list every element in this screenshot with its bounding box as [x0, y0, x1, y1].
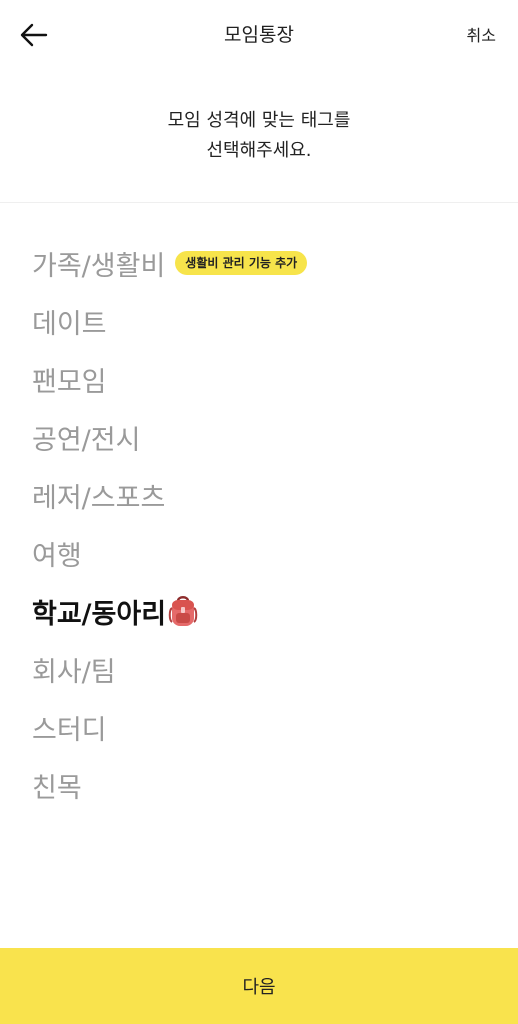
- next-button[interactable]: 다음: [0, 948, 518, 1024]
- instruction-line-1: 모임 성격에 맞는 태그를: [167, 110, 351, 131]
- tag-label: 친목: [32, 772, 82, 804]
- tag-item-company-team[interactable]: 회사/팀: [32, 640, 502, 698]
- tag-item-friendship[interactable]: 친목: [32, 756, 502, 814]
- tag-list: 가족/생활비 생활비 관리 기능 추가 데이트 팬모임 공연/전시 레저/스포츠…: [32, 234, 502, 814]
- tag-item-performance[interactable]: 공연/전시: [32, 408, 502, 466]
- cancel-button[interactable]: 취소: [467, 22, 496, 46]
- tag-item-date[interactable]: 데이트: [32, 292, 502, 350]
- tag-item-family[interactable]: 가족/생활비 생활비 관리 기능 추가: [32, 234, 502, 292]
- tag-label: 가족/생활비: [32, 250, 166, 282]
- tag-item-study[interactable]: 스터디: [32, 698, 502, 756]
- tag-label: 여행: [32, 540, 82, 572]
- tag-item-leisure-sports[interactable]: 레저/스포츠: [32, 466, 502, 524]
- page-title: 모임통장: [224, 24, 294, 46]
- instruction-text: 모임 성격에 맞는 태그를 선택해주세요.: [0, 106, 518, 166]
- tag-label: 레저/스포츠: [32, 482, 166, 514]
- tag-item-school-club[interactable]: 학교/동아리: [32, 582, 502, 640]
- instruction-line-2: 선택해주세요.: [206, 140, 312, 161]
- tag-label: 학교/동아리: [32, 598, 167, 630]
- header: 모임통장 취소: [0, 0, 518, 70]
- feature-badge: 생활비 관리 기능 추가: [175, 251, 308, 275]
- tag-label: 팬모임: [32, 366, 107, 398]
- backpack-icon: [168, 596, 198, 626]
- next-button-label: 다음: [242, 977, 276, 998]
- tag-label: 회사/팀: [32, 656, 116, 688]
- tag-label: 스터디: [32, 714, 107, 746]
- divider: [0, 202, 518, 203]
- tag-item-fan-club[interactable]: 팬모임: [32, 350, 502, 408]
- tag-label: 공연/전시: [32, 424, 141, 456]
- tag-item-travel[interactable]: 여행: [32, 524, 502, 582]
- tag-label: 데이트: [32, 308, 107, 340]
